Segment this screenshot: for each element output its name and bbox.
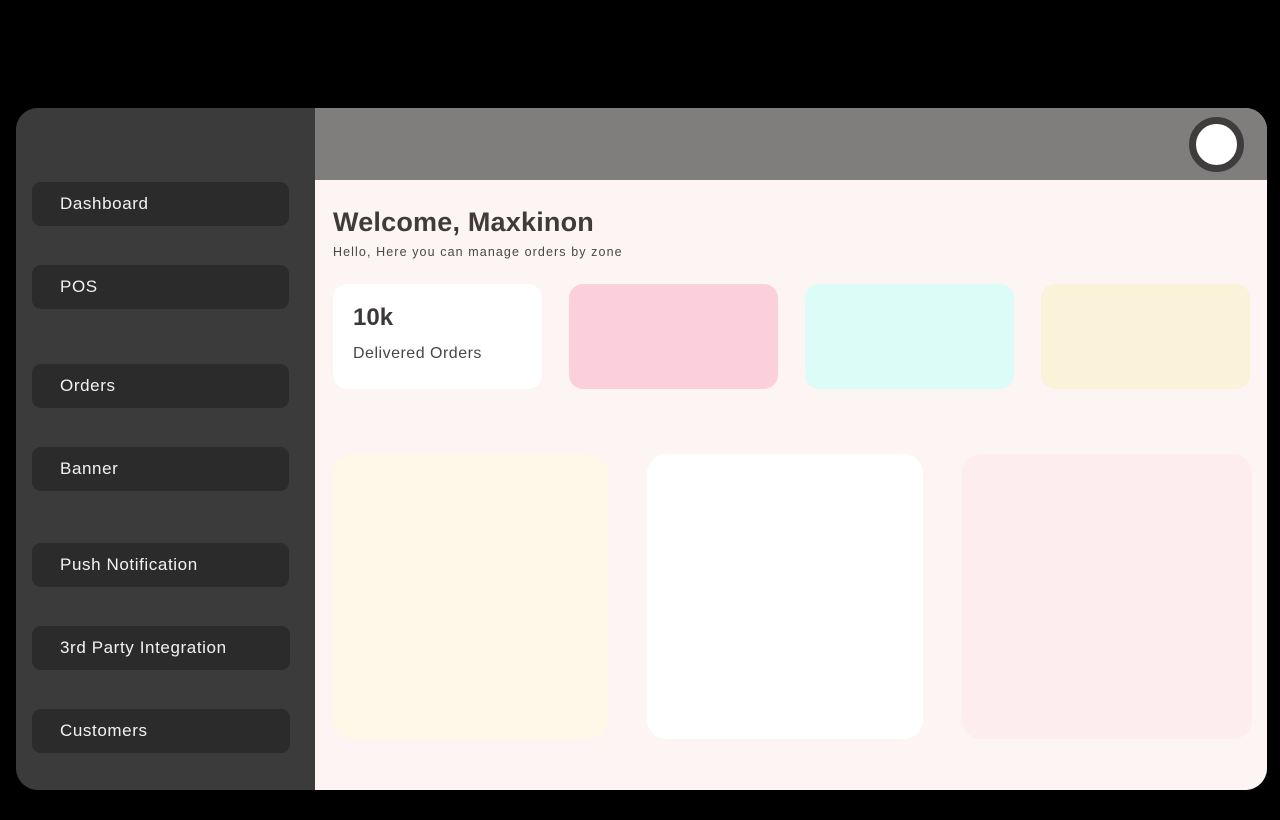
stat-card-placeholder-mint[interactable] bbox=[805, 283, 1014, 389]
stat-card-placeholder-cream[interactable] bbox=[1041, 283, 1250, 389]
sidebar-item-pos[interactable]: POS bbox=[32, 265, 289, 309]
sidebar-item-label-orders: Orders bbox=[60, 376, 116, 395]
top-bar bbox=[315, 108, 1267, 180]
sidebar-item-customers[interactable]: Customers bbox=[32, 709, 290, 753]
sidebar-item-push-notification[interactable]: Push Notification bbox=[32, 543, 289, 587]
sidebar-item-banner[interactable]: Banner bbox=[32, 447, 289, 491]
sidebar-item-label-banner: Banner bbox=[60, 459, 119, 478]
sidebar-item-label-pos: POS bbox=[60, 277, 98, 296]
sidebar-item-label-customers: Customers bbox=[60, 721, 148, 740]
sidebar-item-orders[interactable]: Orders bbox=[32, 364, 289, 408]
stat-card-placeholder-pink[interactable] bbox=[569, 283, 778, 389]
sidebar-item-label-push-notification: Push Notification bbox=[60, 555, 198, 574]
sidebar-item-label-3rd-party-integration: 3rd Party Integration bbox=[60, 638, 227, 657]
main-content: Welcome, Maxkinon Hello, Here you can ma… bbox=[315, 180, 1267, 790]
application-window: Dashboard POS Orders Banner Push Notific… bbox=[16, 108, 1267, 790]
sidebar-item-dashboard[interactable]: Dashboard bbox=[32, 182, 289, 226]
panel-placeholder-blush[interactable] bbox=[962, 453, 1252, 739]
user-avatar-icon[interactable] bbox=[1189, 116, 1244, 172]
stat-card-value: 10k bbox=[353, 303, 394, 331]
sidebar-navigation: Dashboard POS Orders Banner Push Notific… bbox=[16, 108, 315, 790]
panel-placeholder-white[interactable] bbox=[647, 453, 923, 739]
stat-card-label: Delivered Orders bbox=[353, 344, 482, 362]
page-title: Welcome, Maxkinon bbox=[333, 207, 594, 237]
content-column: Welcome, Maxkinon Hello, Here you can ma… bbox=[315, 108, 1267, 790]
sidebar-item-label-dashboard: Dashboard bbox=[60, 194, 149, 213]
stat-card-delivered-orders[interactable]: 10k Delivered Orders bbox=[333, 283, 542, 389]
panels-row bbox=[333, 453, 1267, 739]
page-subtitle: Hello, Here you can manage orders by zon… bbox=[333, 244, 623, 259]
sidebar-item-3rd-party-integration[interactable]: 3rd Party Integration bbox=[32, 626, 290, 670]
panel-placeholder-cream[interactable] bbox=[333, 453, 608, 739]
sidebar-menu-list: Dashboard POS Orders Banner Push Notific… bbox=[16, 182, 315, 753]
stat-cards-row: 10k Delivered Orders bbox=[333, 283, 1267, 389]
app-root: Dashboard POS Orders Banner Push Notific… bbox=[0, 0, 1280, 820]
